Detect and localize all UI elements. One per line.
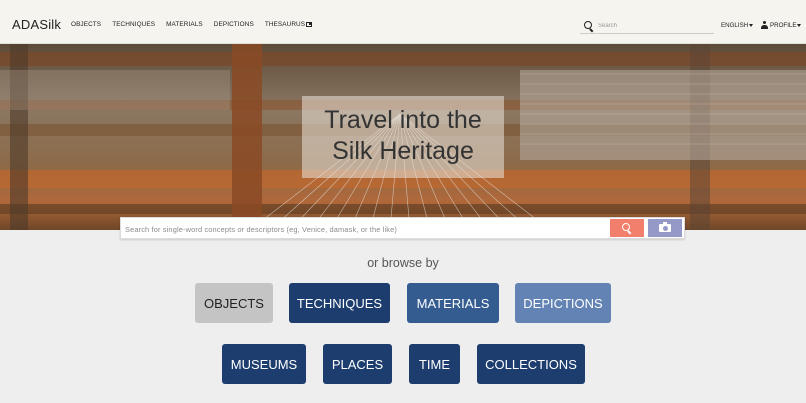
person-icon xyxy=(761,21,768,29)
nav-link-thesaurus[interactable]: THESAURUS xyxy=(264,21,313,28)
hero-title-line2: Silk Heritage xyxy=(332,137,474,165)
camera-icon xyxy=(659,222,671,232)
browse-time-button[interactable]: TIME xyxy=(409,344,460,384)
hero-title: Travel into the Silk Heritage xyxy=(302,105,504,167)
profile-label: PROFILE xyxy=(770,21,797,29)
top-navbar: ADASilk OBJECTS TECHNIQUES MATERIALS DEP… xyxy=(0,0,806,44)
browse-objects-button[interactable]: OBJECTS xyxy=(195,283,273,323)
search-button[interactable] xyxy=(610,219,644,237)
header-search-input[interactable] xyxy=(598,22,708,29)
brand-logo[interactable]: ADASilk xyxy=(12,17,61,32)
browse-museums-button[interactable]: MUSEUMS xyxy=(222,344,306,384)
nav-links: OBJECTS TECHNIQUES MATERIALS DEPICTIONS … xyxy=(71,21,323,28)
chevron-down-icon xyxy=(797,23,802,27)
nav-link-objects[interactable]: OBJECTS xyxy=(71,21,101,28)
nav-link-depictions[interactable]: DEPICTIONS xyxy=(214,21,254,28)
browse-depictions-button[interactable]: DEPICTIONS xyxy=(515,283,611,323)
search-icon[interactable] xyxy=(584,20,594,31)
browse-places-button[interactable]: PLACES xyxy=(323,344,392,384)
image-search-button[interactable] xyxy=(648,219,682,237)
profile-menu[interactable]: PROFILE xyxy=(761,21,802,29)
nav-link-techniques[interactable]: TECHNIQUES xyxy=(112,21,155,28)
main-search-bar xyxy=(120,217,685,239)
browse-techniques-button[interactable]: TECHNIQUES xyxy=(289,283,390,323)
browse-collections-button[interactable]: COLLECTIONS xyxy=(477,344,585,384)
browse-by-label: or browse by xyxy=(367,256,439,270)
search-icon xyxy=(622,223,632,233)
browse-materials-button[interactable]: MATERIALS xyxy=(407,283,499,323)
main-search-input[interactable] xyxy=(125,222,605,236)
nav-link-materials[interactable]: MATERIALS xyxy=(166,21,203,28)
hero-title-line1: Travel into the xyxy=(324,106,482,134)
nav-link-thesaurus-label: THESAURUS xyxy=(264,21,306,28)
language-label: ENGLISH xyxy=(721,22,749,29)
external-link-icon xyxy=(306,22,313,27)
header-search xyxy=(580,18,714,34)
chevron-down-icon xyxy=(749,24,754,27)
language-selector[interactable]: ENGLISH xyxy=(721,22,754,29)
hero-title-box: Travel into the Silk Heritage xyxy=(302,96,504,178)
hero-banner: Travel into the Silk Heritage xyxy=(0,44,806,230)
